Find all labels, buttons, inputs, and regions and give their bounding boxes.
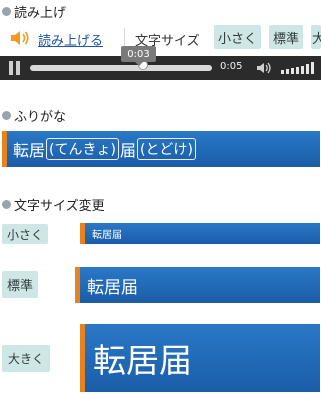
read-aloud-section-heading: 読み上げ xyxy=(2,2,66,21)
audio-player: ー 標 準 的 な 読 み 上 げ 0:05 xyxy=(0,56,321,80)
furigana-kanji-1: 転居 xyxy=(13,141,46,160)
font-large-button[interactable]: 大 xyxy=(311,25,321,49)
read-aloud-toolbar: 読み上げる 文字サイズ 小さく 標準 大 xyxy=(0,24,321,52)
furigana-reading-2: (とどけ) xyxy=(136,138,196,160)
bullet-icon xyxy=(2,200,11,209)
size-label-small: 小さく xyxy=(2,224,48,244)
pause-icon[interactable] xyxy=(9,61,21,75)
current-time: 0:05 xyxy=(220,61,243,72)
furigana-heading-text: ふりがな xyxy=(14,110,67,125)
font-standard-button[interactable]: 標準 xyxy=(269,25,304,49)
speaker-icon[interactable] xyxy=(10,29,30,47)
size-demo-large-bar: 転居届 xyxy=(80,324,320,392)
bullet-icon xyxy=(2,7,11,16)
furigana-demo-box: 転居 (てんきょ) 届 (とどけ) xyxy=(2,131,320,167)
read-aloud-heading-text: 読み上げ xyxy=(14,6,67,21)
font-change-heading-text: 文字サイズ変更 xyxy=(14,199,105,214)
size-demo-small-bar: 転居届 xyxy=(80,223,320,244)
size-demo-standard-bar: 転居届 xyxy=(75,267,320,303)
font-small-button[interactable]: 小さく xyxy=(214,25,262,49)
furigana-reading-1: (てんきょ) xyxy=(46,138,119,160)
furigana-kanji-2: 届 xyxy=(119,141,136,160)
size-demo-standard-text: 転居届 xyxy=(87,277,138,298)
seek-track[interactable] xyxy=(30,65,212,71)
size-demo-large-text: 転居届 xyxy=(93,341,192,380)
player-shadow-text: ー 標 準 的 な 読 み 上 げ xyxy=(34,77,183,80)
volume-level-bars[interactable] xyxy=(281,62,314,74)
font-change-section-heading: 文字サイズ変更 xyxy=(2,195,105,214)
read-aloud-link[interactable]: 読み上げる xyxy=(38,30,103,49)
seek-time-tooltip: 0:03 xyxy=(121,46,156,66)
size-label-large: 大きく xyxy=(2,345,50,372)
bullet-icon xyxy=(2,111,11,120)
furigana-section-heading: ふりがな xyxy=(2,106,66,125)
size-label-standard: 標準 xyxy=(2,271,38,298)
volume-icon[interactable] xyxy=(256,61,272,75)
size-demo-small-text: 転居届 xyxy=(92,230,122,241)
